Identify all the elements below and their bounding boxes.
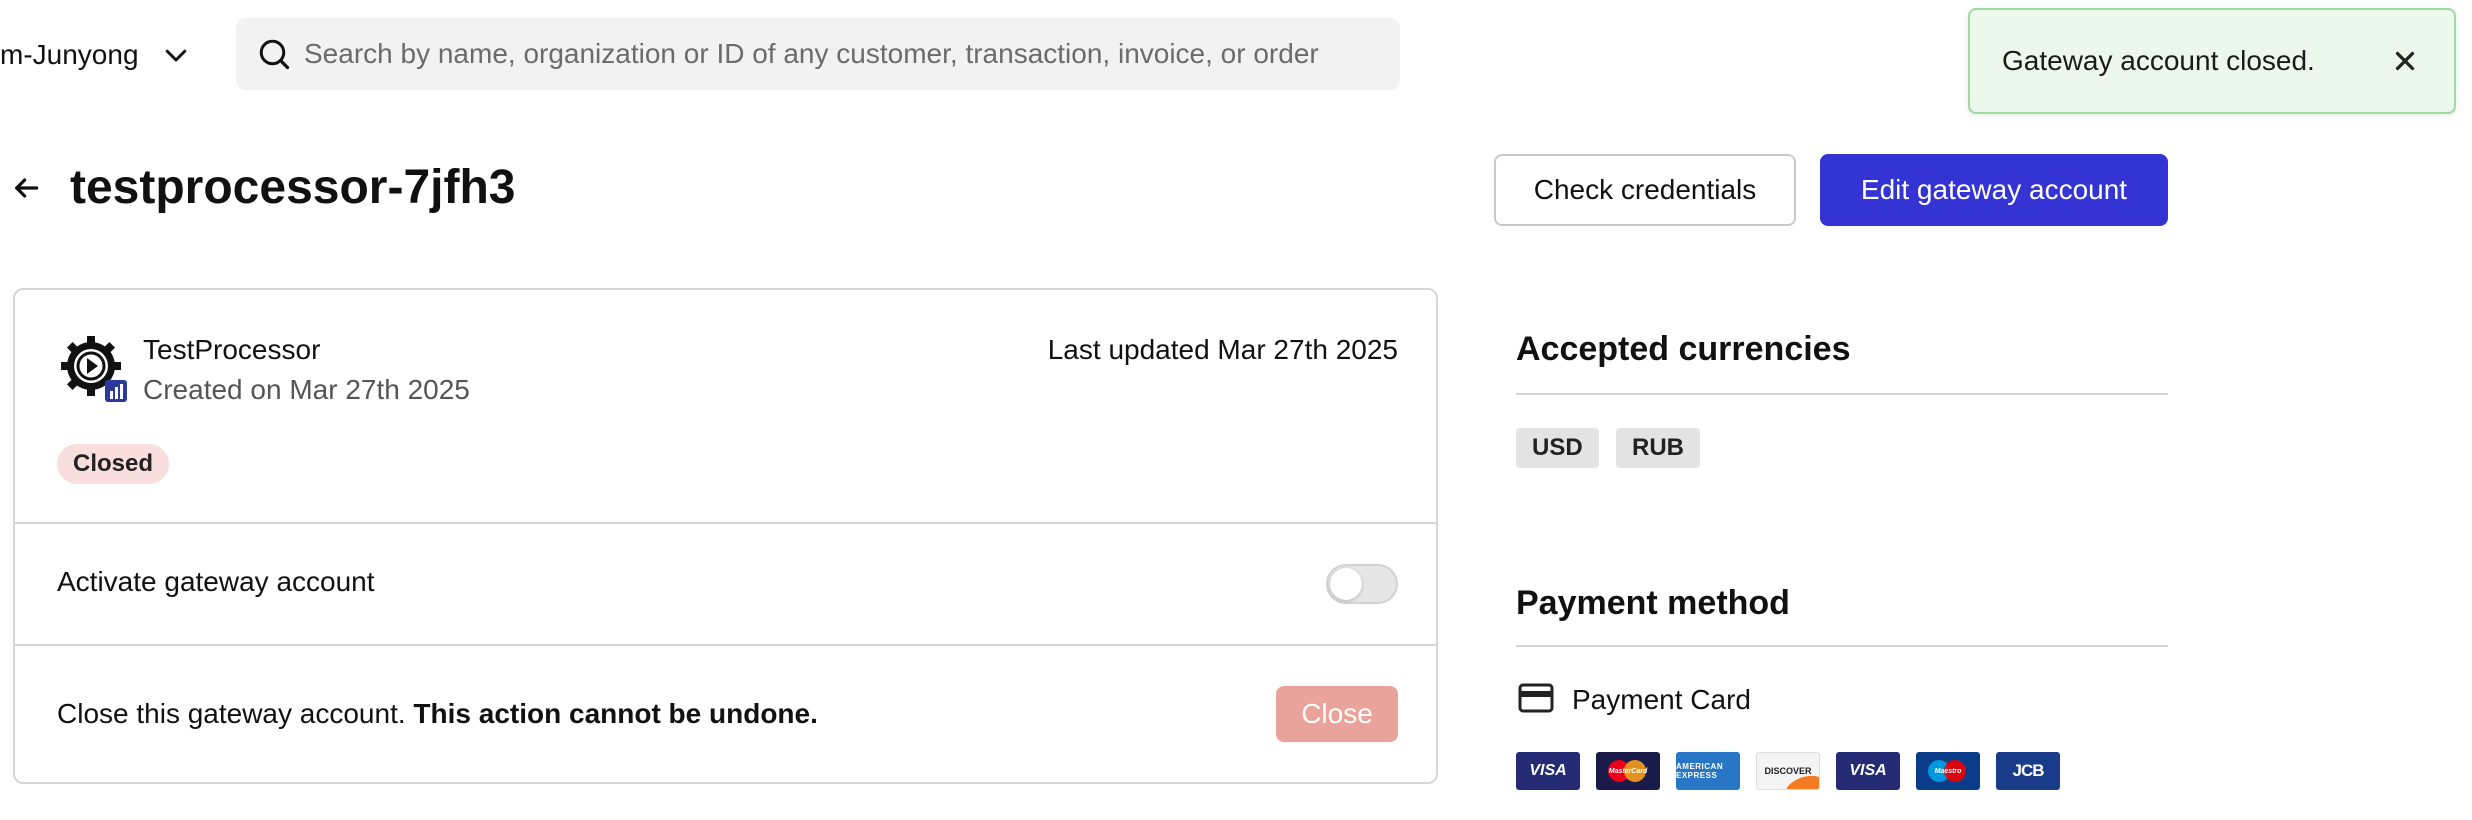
visa-icon: VISA	[1516, 752, 1580, 790]
gateway-summary: TestProcessor Created on Mar 27th 2025 L…	[15, 290, 1436, 524]
gateway-account-card: TestProcessor Created on Mar 27th 2025 L…	[13, 288, 1438, 784]
processor-name: TestProcessor	[143, 334, 321, 365]
jcb-icon: JCB	[1996, 752, 2060, 790]
page-title: testprocessor-7jfh3	[70, 161, 516, 214]
last-updated-date: Last updated Mar 27th 2025	[1047, 334, 1398, 365]
test-processor-logo-icon	[59, 334, 129, 404]
card-brand-list: VISA MasterCard AMERICAN EXPRESS DISCOVE…	[1516, 752, 2060, 790]
credit-card-icon	[1518, 683, 1554, 713]
currency-badge: USD	[1516, 428, 1599, 468]
status-badge: Closed	[57, 444, 170, 484]
toggle-knob	[1330, 568, 1362, 600]
search-input[interactable]	[304, 38, 1400, 70]
search-icon	[256, 36, 292, 72]
visa-icon: VISA	[1836, 752, 1900, 790]
global-search[interactable]	[236, 18, 1400, 90]
activate-toggle[interactable]	[1326, 564, 1398, 604]
payment-method-label: Payment Card	[1572, 684, 1751, 715]
mastercard-icon: MasterCard	[1596, 752, 1660, 790]
payment-method-heading: Payment method	[1516, 584, 1790, 622]
close-section: Close this gateway account. This action …	[15, 646, 1436, 784]
discover-label: DISCOVER	[1764, 766, 1812, 776]
back-arrow-icon[interactable]	[10, 172, 42, 204]
org-name: m-Junyong	[0, 39, 139, 70]
check-credentials-button[interactable]: Check credentials	[1494, 154, 1796, 226]
chevron-down-icon	[161, 40, 191, 70]
close-text: Close this gateway account.	[57, 698, 406, 729]
currency-badge: RUB	[1616, 428, 1700, 468]
discover-icon: DISCOVER	[1756, 752, 1820, 790]
divider	[1516, 393, 2168, 395]
success-toast: Gateway account closed.	[1968, 8, 2456, 114]
edit-gateway-account-button[interactable]: Edit gateway account	[1820, 154, 2168, 226]
org-switcher[interactable]: m-Junyong	[0, 28, 191, 82]
maestro-icon: Maestro	[1916, 752, 1980, 790]
close-description: Close this gateway account. This action …	[57, 698, 818, 730]
page: m-Junyong Gateway account closed. testpr…	[0, 0, 2472, 820]
close-warning: This action cannot be undone.	[413, 698, 818, 729]
amex-icon: AMERICAN EXPRESS	[1676, 752, 1740, 790]
toast-message: Gateway account closed.	[2002, 45, 2315, 76]
maestro-label: Maestro	[1934, 767, 1962, 775]
close-icon[interactable]	[2390, 46, 2420, 76]
divider	[1516, 645, 2168, 647]
close-account-button[interactable]: Close	[1276, 686, 1398, 742]
mastercard-label: MasterCard	[1608, 767, 1648, 775]
currencies-heading: Accepted currencies	[1516, 330, 1851, 368]
activate-label: Activate gateway account	[57, 566, 375, 597]
created-date: Created on Mar 27th 2025	[143, 374, 470, 405]
activate-section: Activate gateway account	[15, 524, 1436, 646]
